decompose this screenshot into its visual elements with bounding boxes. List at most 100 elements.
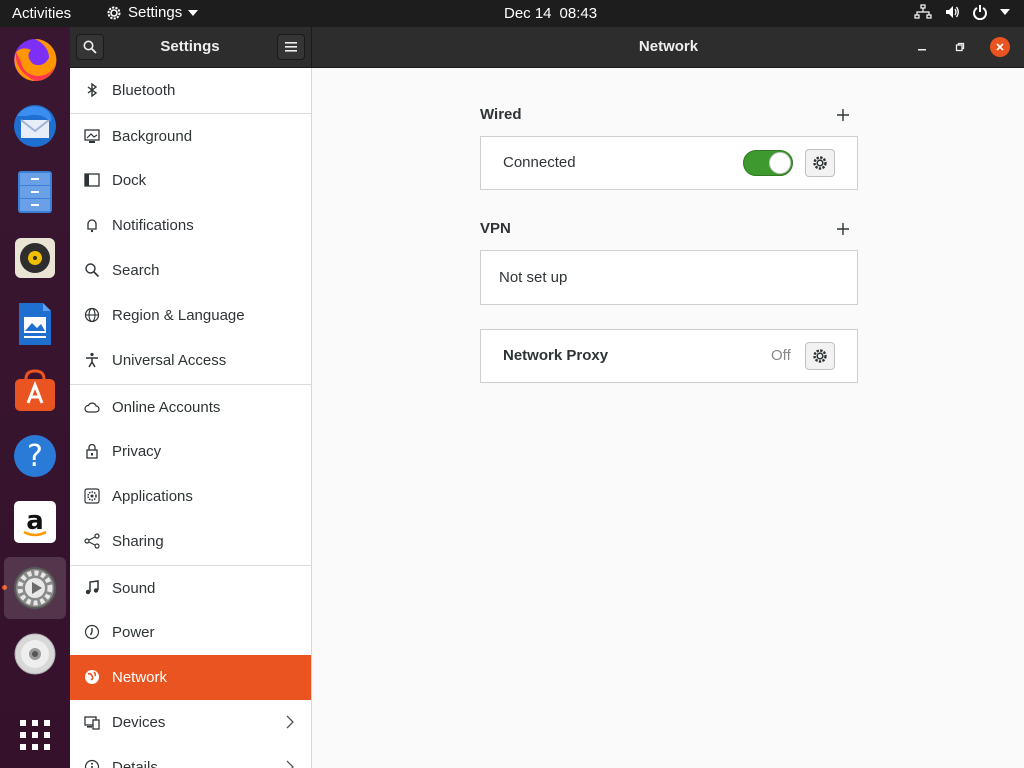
- sidebar-item-label: Online Accounts: [112, 398, 221, 416]
- app-menu-label: Settings: [128, 4, 183, 21]
- hamburger-menu-icon: [285, 42, 297, 52]
- chevron-right-icon: [286, 715, 294, 729]
- wired-status: Connected: [503, 154, 576, 171]
- wired-toggle[interactable]: [743, 150, 793, 176]
- svg-text:a: a: [26, 506, 44, 536]
- info-icon: [84, 759, 100, 768]
- clock-time: 08:43: [559, 5, 598, 22]
- cloud-icon: [84, 402, 100, 413]
- sidebar-item-label: Sharing: [112, 533, 164, 550]
- lock-icon: [86, 443, 98, 459]
- sidebar-item-universal-access[interactable]: Universal Access: [70, 338, 311, 383]
- sidebar-item-label: Dock: [112, 172, 147, 189]
- minimize-button[interactable]: [912, 37, 932, 57]
- sidebar-item-applications[interactable]: Applications: [70, 474, 311, 519]
- vpn-section-title: VPN: [480, 220, 511, 237]
- sidebar-item-label: Bluetooth: [112, 82, 176, 99]
- chevron-right-icon: [286, 760, 294, 768]
- settings-icon[interactable]: [4, 557, 66, 619]
- network-proxy-label: Network Proxy: [503, 347, 609, 364]
- top-bar: Activities Settings Dec 14 08:43: [0, 0, 1024, 27]
- network-proxy-card[interactable]: Network Proxy Off: [480, 329, 858, 383]
- power-icon: [973, 5, 987, 20]
- add-wired-connection-button[interactable]: [836, 108, 850, 122]
- chevron-down-icon: [1000, 9, 1010, 15]
- power-icon: [84, 624, 100, 640]
- add-vpn-button[interactable]: [836, 222, 850, 236]
- sidebar-item-privacy[interactable]: Privacy: [70, 429, 311, 474]
- sidebar-title: Settings: [160, 38, 220, 55]
- dock: ? a: [0, 27, 70, 768]
- applications-icon: [84, 488, 100, 504]
- files-icon[interactable]: [10, 167, 60, 217]
- sidebar-item-power[interactable]: Power: [70, 610, 311, 655]
- vpn-card: Not set up: [480, 250, 858, 305]
- sidebar: Bluetooth Background Dock Notifications …: [70, 68, 312, 768]
- sidebar-item-dock[interactable]: Dock: [70, 158, 311, 203]
- primary-menu-button[interactable]: [277, 34, 305, 60]
- search-icon: [83, 40, 97, 54]
- amazon-icon[interactable]: a: [10, 497, 60, 547]
- sidebar-item-background[interactable]: Background: [70, 113, 311, 158]
- sidebar-item-label: Details: [112, 759, 158, 768]
- sidebar-item-label: Region & Language: [112, 307, 245, 324]
- background-icon: [84, 129, 100, 143]
- sidebar-item-label: Search: [112, 262, 160, 279]
- network-icon: [85, 670, 99, 684]
- libreoffice-writer-icon[interactable]: [10, 299, 60, 349]
- sidebar-item-notifications[interactable]: Notifications: [70, 203, 311, 248]
- accessibility-icon: [86, 352, 98, 368]
- close-icon: [996, 43, 1004, 51]
- devices-icon: [84, 716, 100, 730]
- network-proxy-settings-button[interactable]: [805, 342, 835, 370]
- clock[interactable]: Dec 14 08:43: [504, 5, 597, 22]
- help-icon[interactable]: ?: [10, 431, 60, 481]
- sidebar-item-bluetooth[interactable]: Bluetooth: [70, 68, 311, 113]
- network-wired-icon: [914, 4, 932, 19]
- close-button[interactable]: [990, 37, 1010, 57]
- sidebar-item-label: Universal Access: [112, 352, 227, 369]
- sidebar-item-sound[interactable]: Sound: [70, 565, 311, 610]
- system-tray[interactable]: [914, 4, 1010, 20]
- vpn-status: Not set up: [499, 269, 568, 286]
- sidebar-item-details[interactable]: Details: [70, 745, 311, 768]
- thunderbird-icon[interactable]: [10, 101, 60, 151]
- network-panel: Wired Connected VPN Not set up Network P…: [313, 68, 1024, 768]
- gear-icon: [813, 349, 827, 363]
- bell-icon: [87, 219, 97, 233]
- activities-button[interactable]: Activities: [12, 5, 71, 22]
- ubuntu-software-icon[interactable]: [10, 365, 60, 415]
- share-icon: [84, 533, 100, 549]
- show-applications-icon[interactable]: [10, 710, 60, 760]
- sidebar-item-devices[interactable]: Devices: [70, 700, 311, 745]
- sidebar-item-label: Privacy: [112, 443, 162, 460]
- clock-date: Dec 14: [504, 5, 552, 22]
- wired-section-title: Wired: [480, 106, 522, 123]
- search-icon: [85, 263, 100, 278]
- wired-settings-button[interactable]: [805, 149, 835, 177]
- sidebar-item-label: Notifications: [112, 217, 194, 234]
- bluetooth-icon: [87, 82, 98, 98]
- sidebar-item-online-accounts[interactable]: Online Accounts: [70, 384, 311, 429]
- volume-icon: [946, 6, 959, 18]
- minimize-icon: [918, 49, 926, 51]
- header-bar: Settings Network: [70, 27, 1024, 68]
- maximize-button[interactable]: [950, 37, 970, 57]
- toggle-knob: [769, 152, 791, 174]
- firefox-icon[interactable]: [10, 35, 60, 85]
- app-menu[interactable]: Settings: [106, 4, 199, 21]
- sidebar-item-network[interactable]: Network: [70, 655, 311, 700]
- globe-icon: [84, 307, 100, 323]
- sidebar-header: Settings: [70, 27, 312, 68]
- gear-icon: [107, 6, 121, 19]
- sidebar-item-label: Power: [112, 624, 155, 641]
- sidebar-item-sharing[interactable]: Sharing: [70, 519, 311, 564]
- svg-text:?: ?: [27, 439, 43, 474]
- sidebar-item-search[interactable]: Search: [70, 248, 311, 293]
- rhythmbox-icon[interactable]: [10, 233, 60, 283]
- search-button[interactable]: [76, 34, 104, 60]
- sidebar-item-region-language[interactable]: Region & Language: [70, 293, 311, 338]
- dvd-icon[interactable]: [10, 629, 60, 679]
- gear-icon: [813, 156, 827, 170]
- chevron-down-icon: [188, 9, 199, 16]
